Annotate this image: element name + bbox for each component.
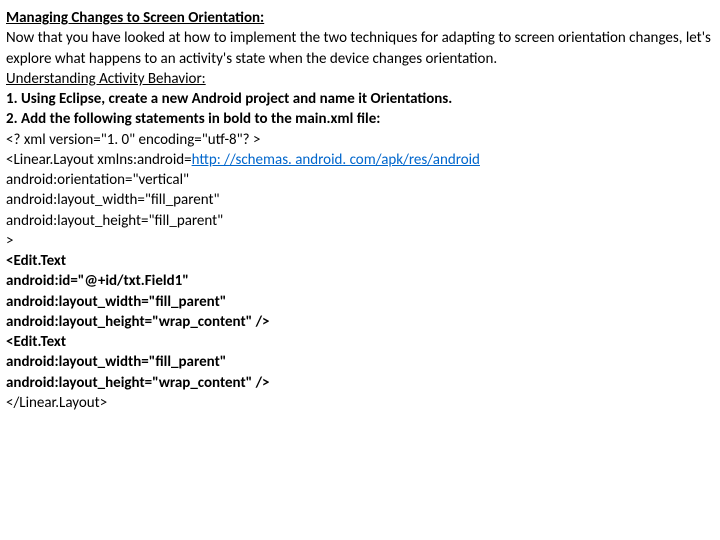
code-text: <Linear.Layout xmlns:android=	[6, 151, 192, 169]
code-line: <Linear.Layout xmlns:android=http: //sch…	[6, 150, 714, 170]
code-line-bold: android:layout_height="wrap_content" />	[6, 373, 714, 393]
code-line-bold: android:id="@+id/txt.Field1"	[6, 271, 714, 291]
subheading: Understanding Activity Behavior:	[6, 69, 714, 89]
step-1: 1. Using Eclipse, create a new Android p…	[6, 89, 714, 109]
code-line: <? xml version="1. 0" encoding="utf-8"? …	[6, 130, 714, 150]
code-line-bold: android:layout_height="wrap_content" />	[6, 312, 714, 332]
step-2: 2. Add the following statements in bold …	[6, 109, 714, 129]
code-line-bold: android:layout_width="fill_parent"	[6, 292, 714, 312]
code-line: </Linear.Layout>	[6, 393, 714, 413]
code-line-bold: <Edit.Text	[6, 332, 714, 352]
code-line-bold: android:layout_width="fill_parent"	[6, 352, 714, 372]
doc-title: Managing Changes to Screen Orientation:	[6, 8, 714, 28]
intro-paragraph: Now that you have looked at how to imple…	[6, 28, 714, 69]
code-line: android:orientation="vertical"	[6, 170, 714, 190]
code-line: android:layout_width="fill_parent"	[6, 190, 714, 210]
schema-link[interactable]: http: //schemas. android. com/apk/res/an…	[192, 151, 480, 169]
code-line-bold: <Edit.Text	[6, 251, 714, 271]
code-line: android:layout_height="fill_parent"	[6, 211, 714, 231]
code-line: >	[6, 231, 714, 251]
